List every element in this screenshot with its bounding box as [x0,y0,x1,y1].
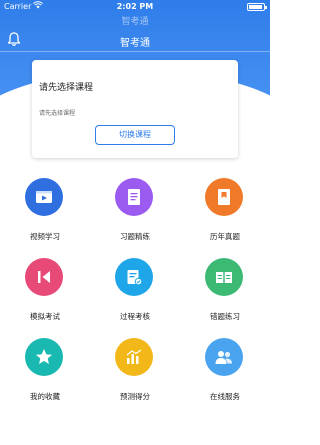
menu-item-process-assessment[interactable]: 过程考核 [90,250,180,330]
menu-item-label: 预测得分 [120,392,150,401]
play-exam-icon [25,258,63,296]
page-title: 智考通 [120,38,150,49]
menu-item-predict-score[interactable]: 预测得分 [90,330,180,410]
bookmark-book-icon [205,178,243,216]
menu-item-label: 模拟考试 [30,312,60,321]
switch-course-button[interactable]: 切换课程 [95,125,175,145]
menu-item-label: 在线服务 [210,392,240,401]
menu-item-label: 习题精练 [120,232,150,241]
document-icon [115,178,153,216]
menu-item-label: 我的收藏 [30,392,60,401]
menu-item-video-learning[interactable]: 视频学习 [0,170,90,250]
background-title: 智考通 [121,17,149,27]
chart-icon [115,338,153,376]
menu-item-exercises[interactable]: 习题精练 [90,170,180,250]
course-card-subtitle: 请先选择课程 [39,110,76,117]
open-book-icon [205,258,243,296]
menu-item-online-service[interactable]: 在线服务 [180,330,270,410]
menu-item-label: 错题练习 [210,312,240,321]
nav-divider [0,51,270,52]
course-card: 请先选择课程 请先选择课程 切换课程 [32,60,238,158]
status-bar: Carrier 2:02 PM [0,0,270,14]
menu-item-mock-exam[interactable]: 模拟考试 [0,250,90,330]
video-icon [25,178,63,216]
menu-item-label: 过程考核 [120,312,150,321]
battery-icon [247,3,267,11]
nav-bar: 智考通 [0,30,270,50]
menu-item-favorites[interactable]: 我的收藏 [0,330,90,410]
users-icon [205,338,243,376]
menu-item-wrong-questions[interactable]: 错题练习 [180,250,270,330]
assessment-icon [115,258,153,296]
star-icon [25,338,63,376]
course-card-title: 请先选择课程 [39,83,94,93]
menu-item-past-exams[interactable]: 历年真题 [180,170,270,250]
menu-item-label: 视频学习 [30,232,60,241]
menu-item-label: 历年真题 [210,232,240,241]
clock: 2:02 PM [116,2,154,11]
